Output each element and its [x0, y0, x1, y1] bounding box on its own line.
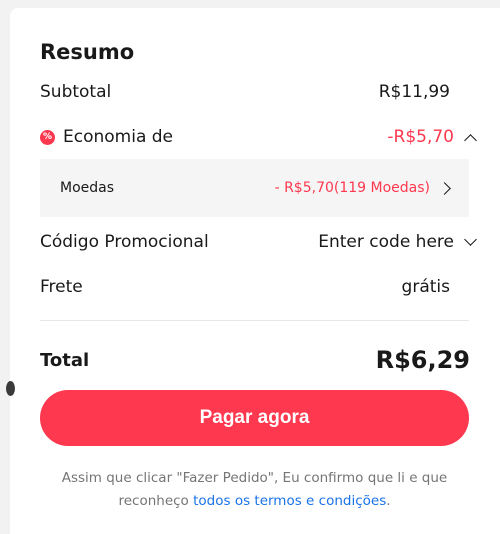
total-value: R$6,29 [375, 346, 470, 374]
chevron-up-icon[interactable] [464, 133, 477, 147]
savings-value: -R$5,70 [387, 127, 454, 147]
subtotal-label: Subtotal [40, 82, 112, 102]
pay-now-button[interactable]: Pagar agora [40, 390, 469, 446]
savings-row[interactable]: % Economia de -R$5,70 [40, 124, 477, 150]
promo-code-input[interactable]: Enter code here [318, 232, 454, 252]
coins-value: - R$5,70(119 Moedas) [274, 180, 430, 196]
summary-title: Resumo [40, 40, 135, 64]
terms-notice: Assim que clicar "Fazer Pedido", Eu conf… [40, 467, 469, 513]
coins-detail-row[interactable]: Moedas - R$5,70(119 Moedas) [40, 159, 469, 217]
side-indicator-dot [6, 381, 15, 396]
savings-label: Economia de [63, 127, 174, 147]
shipping-row: Frete grátis [40, 274, 450, 300]
promo-code-label: Código Promocional [40, 232, 209, 252]
discount-badge-icon: % [40, 129, 55, 145]
subtotal-value: R$11,99 [378, 82, 450, 102]
subtotal-row: Subtotal R$11,99 [40, 79, 450, 105]
promo-code-row[interactable]: Código Promocional Enter code here [40, 229, 477, 255]
order-summary-card: Resumo Subtotal R$11,99 % Economia de -R… [6, 8, 500, 534]
divider [40, 320, 469, 321]
chevron-right-icon[interactable] [438, 181, 451, 195]
total-label: Total [40, 349, 90, 371]
terms-end: . [386, 493, 391, 509]
shipping-value: grátis [401, 277, 450, 297]
chevron-down-icon[interactable] [464, 233, 477, 246]
shipping-label: Frete [40, 277, 83, 297]
total-row: Total R$6,29 [40, 345, 470, 375]
terms-link[interactable]: todos os termos e condições [193, 493, 386, 509]
coins-label: Moedas [60, 180, 115, 196]
